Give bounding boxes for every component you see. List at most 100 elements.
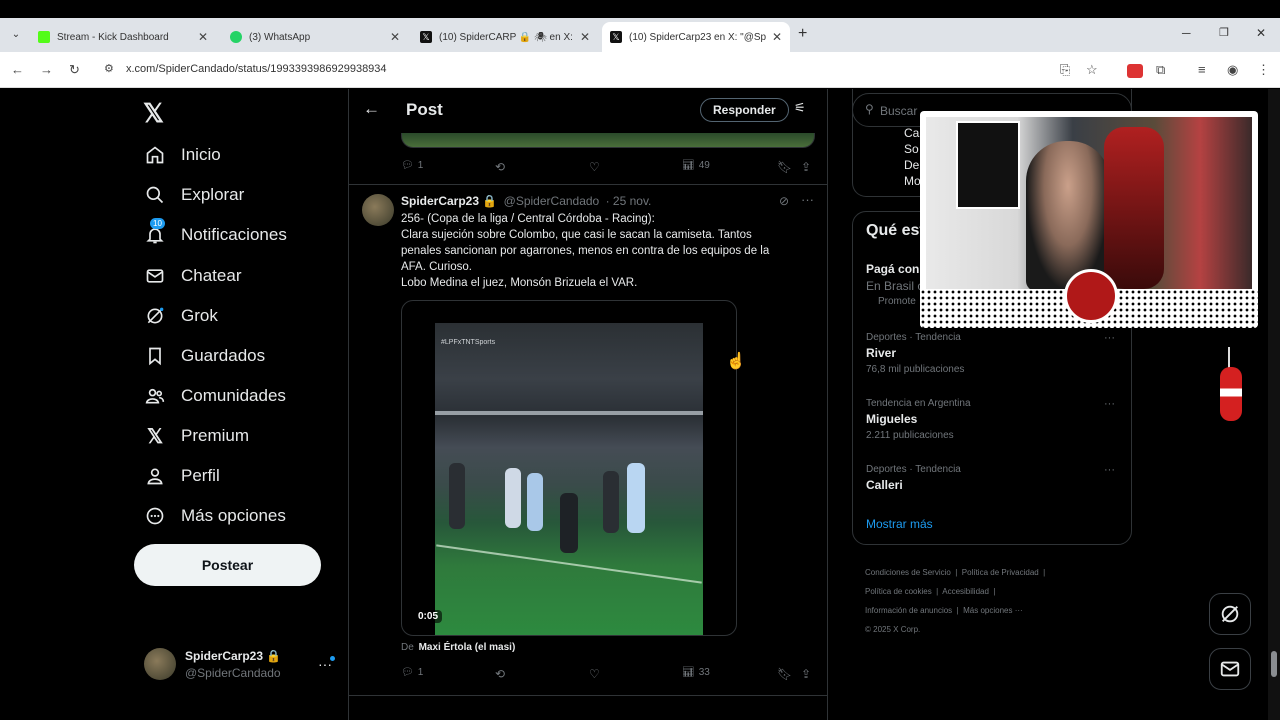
more-dots-icon[interactable]: ···: [1104, 398, 1115, 410]
close-icon[interactable]: ✕: [772, 30, 782, 44]
close-icon[interactable]: ✕: [198, 30, 208, 44]
nav-item-guardados[interactable]: Guardados: [144, 345, 265, 367]
bookmark-icon[interactable]: 🔖︎: [777, 667, 792, 681]
more-dots-icon[interactable]: ···: [801, 192, 814, 207]
scrollbar[interactable]: [1268, 89, 1280, 720]
reply-icon[interactable]: 💬︎ 1: [401, 160, 441, 171]
grok-floating-button[interactable]: [1209, 593, 1251, 635]
media-control-icon[interactable]: ≡: [1198, 62, 1206, 77]
nav-item-comunidades[interactable]: Comunidades: [144, 385, 286, 407]
show-more-link[interactable]: Mostrar más: [866, 517, 933, 531]
extension-badge-icon[interactable]: [1127, 64, 1143, 78]
nav-item-mas-opciones[interactable]: Más opciones: [144, 505, 286, 527]
nav-item-notificaciones[interactable]: 10 Notificaciones: [144, 218, 287, 246]
attribution-name[interactable]: Maxi Értola (el masi): [419, 642, 516, 653]
menu-dots-icon[interactable]: ⋮: [1257, 62, 1270, 78]
tab-title: (10) SpiderCARP 🔒 🕷 en X: "L: [439, 31, 574, 43]
scrollbar-thumb[interactable]: [1271, 651, 1277, 677]
nav-item-perfil[interactable]: Perfil: [144, 465, 220, 487]
star-icon[interactable]: ☆: [1086, 62, 1098, 78]
nav-label: Inicio: [181, 145, 221, 164]
close-icon[interactable]: ✕: [580, 30, 590, 44]
footer-link[interactable]: Condiciones de Servicio: [865, 568, 951, 577]
gaming-chair: [1104, 127, 1164, 289]
person-icon: [144, 465, 166, 487]
main-column: ← Post Responder ⚟ 💬︎ 1 ⟲ ♡ 📊︎ 49 🔖︎ ⇪ Spi…: [348, 89, 828, 720]
nav-item-explorar[interactable]: Explorar: [144, 184, 244, 206]
like-icon[interactable]: ♡: [589, 160, 600, 174]
post-header: ← Post Responder ⚟: [349, 89, 827, 133]
url-text[interactable]: x.com/SpiderCandado/status/1993393986929…: [126, 63, 387, 75]
browser-tab-active[interactable]: 𝕏 (10) SpiderCarp23 en X: "@Spid ✕: [602, 22, 790, 52]
more-dots-icon[interactable]: ···: [1104, 332, 1115, 344]
grok-icon: [1221, 605, 1239, 623]
video-frame[interactable]: #LPFxTNTSports: [435, 323, 703, 635]
tweet[interactable]: SpiderCarp23 🔒 @SpiderCandado · 25 nov. …: [349, 185, 827, 705]
share-icon[interactable]: ⇪: [801, 160, 811, 174]
messages-floating-button[interactable]: [1209, 648, 1251, 690]
footer-link[interactable]: Política de cookies: [865, 587, 932, 596]
footer-link[interactable]: Accesibilidad: [942, 587, 989, 596]
back-arrow-icon[interactable]: ←: [11, 62, 24, 77]
trend-item[interactable]: Tendencia en Argentina Migueles 2.211 pu…: [866, 398, 1121, 441]
trend-item[interactable]: Deportes · Tendencia River 76,8 mil publ…: [866, 332, 1121, 375]
trend-category: Deportes · Tendencia: [866, 464, 961, 475]
post-button[interactable]: Postear: [134, 544, 321, 586]
post-divider: [349, 695, 827, 696]
nav-item-chatear[interactable]: Chatear: [144, 265, 241, 287]
x-logo-icon[interactable]: 𝕏: [143, 98, 164, 129]
author-name[interactable]: SpiderCarp23 🔒: [401, 194, 497, 208]
trend-item[interactable]: Deportes · Tendencia Calleri ···: [866, 464, 1121, 492]
site-info-icon[interactable]: ⚙: [104, 62, 114, 75]
like-icon[interactable]: ♡: [589, 667, 600, 681]
x-page: 𝕏 Inicio Explorar 10 Notificaciones Chat…: [0, 89, 1280, 720]
views-icon[interactable]: 📊︎ 33: [682, 667, 732, 678]
video-player[interactable]: #LPFxTNTSports 0:05: [401, 300, 737, 636]
install-app-icon[interactable]: ⎘: [1060, 62, 1070, 78]
account-switcher[interactable]: SpiderCarp23 🔒 @SpiderCandado ···: [144, 648, 336, 682]
browser-tab[interactable]: Stream - Kick Dashboard ✕: [30, 22, 216, 52]
author-handle[interactable]: @SpiderCandado: [504, 194, 600, 208]
promo-trend[interactable]: Pagá con En Brasil c Promote: [866, 262, 923, 307]
card-line: De: [904, 158, 920, 172]
sliders-icon[interactable]: ⚟: [794, 100, 806, 116]
minimize-button[interactable]: ─: [1182, 26, 1191, 40]
nav-label: Premium: [181, 426, 250, 445]
previous-post-media[interactable]: [401, 133, 815, 148]
reload-icon[interactable]: ↻: [69, 62, 80, 78]
maximize-button[interactable]: ❐: [1219, 26, 1229, 39]
repost-icon[interactable]: ⟲: [495, 160, 505, 174]
tweet-author-row: SpiderCarp23 🔒 @SpiderCandado · 25 nov.: [401, 194, 651, 208]
nav-item-grok[interactable]: Grok: [144, 305, 218, 327]
player-figure: [560, 493, 578, 553]
new-tab-button[interactable]: +: [798, 25, 807, 43]
share-icon[interactable]: ⇪: [801, 667, 811, 681]
browser-tab[interactable]: (3) WhatsApp ✕: [222, 22, 408, 52]
puzzle-icon[interactable]: ⧉: [1156, 62, 1165, 78]
tab-search-dropdown[interactable]: ⌄: [8, 27, 24, 43]
avatar: [144, 648, 176, 680]
tweet-date[interactable]: · 25 nov.: [606, 194, 652, 208]
views-icon[interactable]: 📊︎ 49: [682, 160, 732, 171]
window-close-button[interactable]: ✕: [1256, 26, 1266, 40]
repost-icon[interactable]: ⟲: [495, 667, 505, 681]
nav-item-inicio[interactable]: Inicio: [144, 144, 221, 166]
browser-tab[interactable]: 𝕏 (10) SpiderCARP 🔒 🕷 en X: "L ✕: [412, 22, 598, 52]
footer-link[interactable]: Política de Privacidad: [962, 568, 1039, 577]
mail-icon: [144, 265, 166, 287]
bookmark-icon[interactable]: 🔖︎: [777, 160, 792, 174]
footer-link[interactable]: Más opciones ···: [963, 606, 1023, 615]
back-arrow-icon[interactable]: ←: [363, 99, 380, 119]
nav-item-premium[interactable]: 𝕏 Premium: [144, 425, 250, 448]
reply-icon[interactable]: 💬︎ 1: [401, 667, 441, 678]
reply-button[interactable]: Responder: [700, 98, 789, 122]
avatar[interactable]: [362, 194, 394, 226]
screen-top-edge: [0, 0, 1280, 18]
close-icon[interactable]: ✕: [390, 30, 400, 44]
profile-icon[interactable]: ◉: [1227, 62, 1238, 78]
footer-link[interactable]: Información de anuncios: [865, 606, 952, 615]
more-dots-icon[interactable]: ···: [1104, 464, 1115, 476]
kick-icon: [38, 31, 50, 43]
forward-arrow-icon[interactable]: →: [40, 62, 53, 77]
grok-icon[interactable]: ⊘: [779, 194, 789, 208]
